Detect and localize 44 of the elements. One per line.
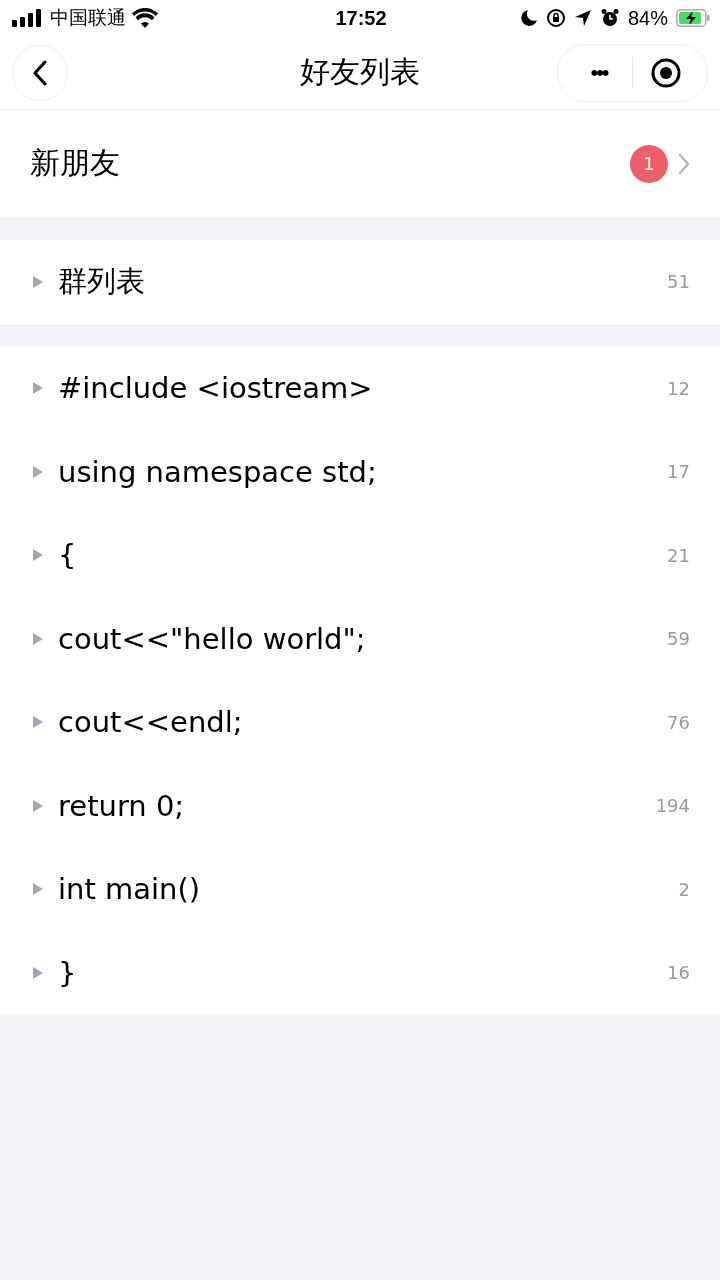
alarm-clock-icon [599,8,620,28]
member-count: 21 [667,544,690,566]
member-count: 2 [678,878,690,900]
group-name: int main() [58,872,202,907]
group-row[interactable]: { 21 [0,513,720,597]
group-name: using namespace std; [58,454,378,489]
group-row[interactable]: return 0; 194 [0,764,720,848]
rotation-lock-icon [545,8,566,28]
target-icon [650,56,682,89]
group-row[interactable]: int main() 2 [0,847,720,931]
battery-charging-icon [676,9,710,27]
group-name: { [58,538,78,573]
group-name: cout<<endl; [58,705,244,740]
group-name: return 0; [58,788,186,823]
group-row[interactable]: cout<<endl; 76 [0,680,720,764]
clock-time: 17:52 [335,6,387,30]
carrier-name: 中国联通 [50,5,126,30]
member-count: 16 [667,962,690,984]
new-friends-row[interactable]: 新朋友 1 [0,110,720,217]
member-count: 17 [667,461,690,483]
chevron-right-icon [678,152,690,175]
group-row[interactable]: cout<<"hello world"; 59 [0,597,720,681]
wifi-icon [132,8,158,28]
location-arrow-icon [573,9,592,27]
group-row[interactable]: #include <iostream> 12 [0,346,720,430]
group-name: cout<<"hello world"; [58,621,367,656]
notification-badge: 1 [630,144,668,183]
member-count: 12 [667,377,690,399]
signal-icon [12,9,44,27]
battery-percent: 84% [627,6,668,30]
member-count: 194 [655,795,690,817]
new-friends-label: 新朋友 [30,144,121,182]
group-name: 群列表 [58,262,146,300]
group-row[interactable]: 群列表 51 [0,240,720,324]
group-row[interactable]: } 16 [0,931,720,1015]
member-count: 51 [667,271,690,293]
more-button[interactable]: ••• [566,59,632,86]
member-count: 59 [667,628,690,650]
group-row[interactable]: using namespace std; 17 [0,430,720,514]
group-name: } [58,955,78,990]
page-title: 好友列表 [300,53,420,91]
group-name: #include <iostream> [58,371,374,406]
member-count: 76 [667,711,690,733]
moon-icon [519,9,538,27]
